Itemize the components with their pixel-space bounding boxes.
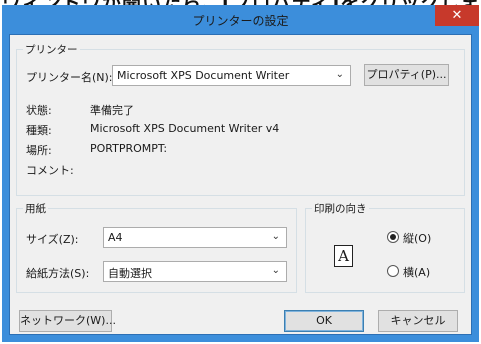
landscape-radio[interactable] <box>387 265 399 277</box>
portrait-label[interactable]: 縦(O) <box>403 230 431 246</box>
chevron-down-icon: ⌄ <box>271 231 280 242</box>
comment-label: コメント: <box>26 164 74 177</box>
orientation-group-label: 印刷の向き <box>312 201 369 216</box>
landscape-label[interactable]: 横(A) <box>403 264 430 280</box>
cancel-button[interactable]: キャンセル <box>378 310 458 332</box>
paper-source-select[interactable]: 自動選択 ⌄ <box>103 261 287 282</box>
paper-size-label: サイズ(Z): <box>26 233 79 246</box>
portrait-orientation-icon: A <box>334 245 353 267</box>
orientation-group: 印刷の向き A 縦(O) 横(A) <box>305 201 465 293</box>
type-value: Microsoft XPS Document Writer v4 <box>90 122 280 135</box>
status-value: 準備完了 <box>90 104 134 117</box>
paper-size-value: A4 <box>108 231 123 244</box>
status-label: 状態: <box>26 104 52 117</box>
paper-group: 用紙 サイズ(Z): A4 ⌄ 給紙方法(S): 自動選択 ⌄ <box>16 201 297 293</box>
close-icon: ✕ <box>451 8 463 23</box>
paper-source-value: 自動選択 <box>108 267 152 280</box>
dialog-title: プリンターの設定 <box>192 14 289 28</box>
printer-settings-dialog: プリンターの設定 ✕ プリンター プリンター名(N): Microsoft XP… <box>2 5 479 342</box>
paper-source-label: 給紙方法(S): <box>26 267 90 280</box>
printer-group-label: プリンター <box>23 42 80 57</box>
printer-name-value: Microsoft XPS Document Writer <box>117 69 290 82</box>
dialog-client-area: プリンター プリンター名(N): Microsoft XPS Document … <box>9 34 472 335</box>
printer-name-label: プリンター名(N): <box>26 71 113 84</box>
portrait-radio[interactable] <box>387 231 399 243</box>
location-label: 場所: <box>26 144 52 157</box>
close-button[interactable]: ✕ <box>435 5 479 26</box>
type-label: 種類: <box>26 124 52 137</box>
paper-size-select[interactable]: A4 ⌄ <box>103 227 287 248</box>
chevron-down-icon: ⌄ <box>271 265 280 276</box>
chevron-down-icon: ⌄ <box>335 69 344 80</box>
location-value: PORTPROMPT: <box>90 142 168 155</box>
properties-button[interactable]: プロパティ(P)... <box>364 64 449 86</box>
printer-group: プリンター プリンター名(N): Microsoft XPS Document … <box>16 42 465 196</box>
network-button[interactable]: ネットワーク(W)... <box>19 310 116 332</box>
title-bar[interactable]: プリンターの設定 ✕ <box>2 5 479 33</box>
paper-group-label: 用紙 <box>23 201 48 216</box>
printer-name-select[interactable]: Microsoft XPS Document Writer ⌄ <box>112 65 351 86</box>
ok-button[interactable]: OK <box>284 310 364 332</box>
